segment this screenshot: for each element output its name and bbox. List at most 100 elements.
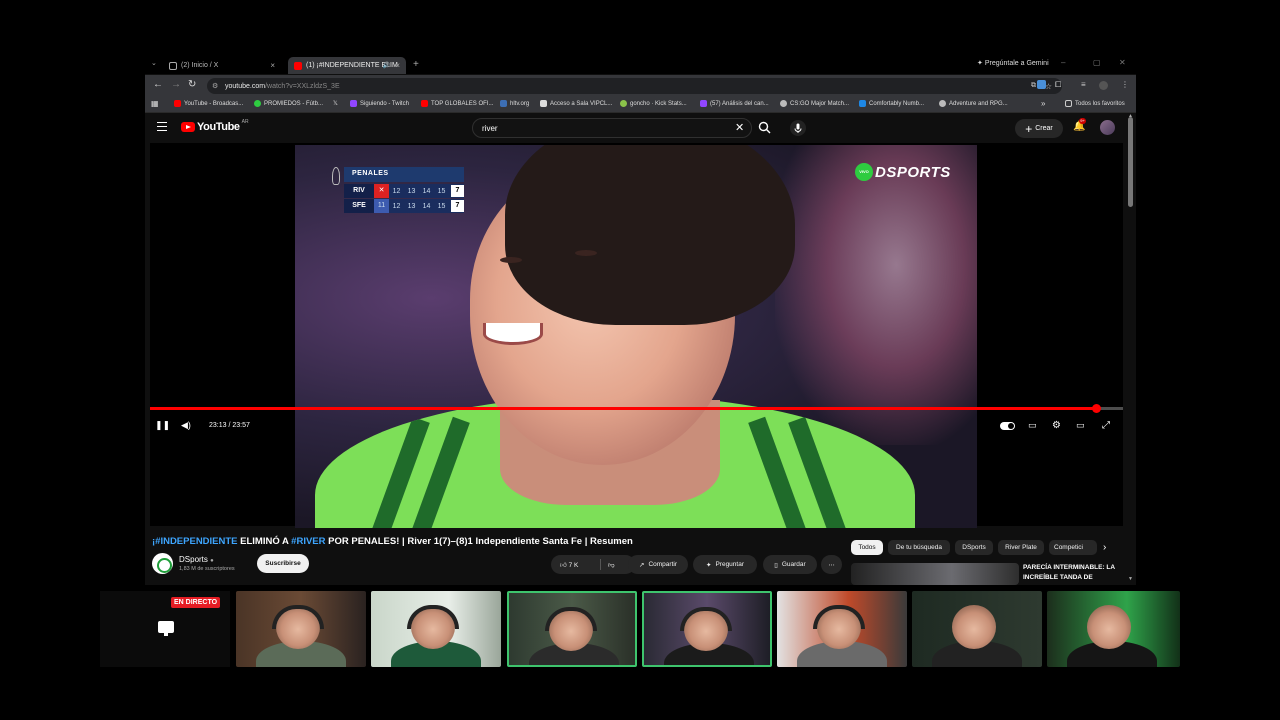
more-bookmarks-icon[interactable]: » bbox=[1041, 99, 1045, 108]
share-button[interactable]: ↗ Compartir bbox=[628, 555, 688, 574]
youtube-logo[interactable]: YouTube AR bbox=[181, 119, 249, 133]
channel-name[interactable]: DSports ● bbox=[179, 555, 214, 564]
trophy-icon bbox=[332, 167, 340, 185]
chip-dsports[interactable]: DSports bbox=[955, 540, 993, 555]
video-player[interactable]: PENALES RIV ✕ 12 13 14 15 7 SFE 11 12 13… bbox=[150, 143, 1123, 528]
gemini-button[interactable]: ✦ Pregúntale a Gemini bbox=[977, 59, 1049, 67]
penalty-miss-cell: ✕ bbox=[374, 184, 389, 198]
settings-gear-icon[interactable]: ⚙ bbox=[1052, 420, 1061, 431]
extension-icon[interactable] bbox=[1037, 80, 1046, 89]
address-bar[interactable]: ⚙ youtube.com/watch?v=XXLzldzS_3E ⧉ ☆ bbox=[207, 78, 1062, 94]
chip-de-tu-busqueda[interactable]: De tu búsqueda bbox=[888, 540, 950, 555]
chip-river-plate[interactable]: River Plate bbox=[998, 540, 1044, 555]
page-favicon-icon bbox=[859, 100, 866, 107]
hashtag-link[interactable]: ¡#INDEPENDIENTE bbox=[152, 536, 238, 547]
new-tab-button[interactable]: + bbox=[413, 59, 419, 70]
close-window-icon[interactable]: ✕ bbox=[1119, 58, 1126, 67]
like-button[interactable]: 👍︎ 7 K bbox=[560, 561, 578, 569]
like-dislike-group: 👍︎ 7 K 👎︎ bbox=[551, 555, 635, 574]
tab-x[interactable]: (2) Inicio / X × bbox=[163, 57, 281, 74]
bookmark-item[interactable]: YouTube - Broadcas... bbox=[174, 100, 243, 107]
channel-avatar[interactable] bbox=[152, 553, 173, 574]
tab-bar: ⌄ (2) Inicio / X × (1) ¡#INDEPENDIENTE E… bbox=[145, 55, 1136, 74]
site-info-icon[interactable]: ⚙ bbox=[212, 82, 218, 90]
hashtag-link[interactable]: #RIVER bbox=[291, 536, 325, 547]
time-display: 23:13 / 23:57 bbox=[209, 422, 250, 429]
bookmark-item[interactable]: Siguiendo - Twitch bbox=[350, 100, 409, 107]
cast-icon[interactable]: ⧉ bbox=[1031, 82, 1036, 90]
speaker-icon[interactable]: 🔊 bbox=[383, 62, 390, 69]
close-tab-icon[interactable]: × bbox=[270, 61, 275, 70]
chip-competicion[interactable]: Competici bbox=[1049, 540, 1097, 555]
avatar[interactable] bbox=[1100, 120, 1115, 135]
scrollbar-thumb[interactable] bbox=[1128, 117, 1133, 207]
youtube-favicon-icon bbox=[174, 100, 181, 107]
search-input[interactable]: river bbox=[472, 118, 752, 138]
screen-share-tile[interactable]: EN DIRECTO bbox=[100, 591, 230, 667]
hamburger-menu-icon[interactable] bbox=[157, 122, 167, 131]
progress-bar[interactable] bbox=[150, 404, 1123, 413]
back-icon[interactable]: ← bbox=[153, 79, 163, 90]
tab-youtube[interactable]: (1) ¡#INDEPENDIENTE ELIM 🔊 × bbox=[288, 57, 406, 74]
video-frame[interactable]: PENALES RIV ✕ 12 13 14 15 7 SFE 11 12 13… bbox=[295, 145, 977, 528]
webcam-tile-active[interactable] bbox=[507, 591, 637, 667]
bookmark-item[interactable]: PROMIEDOS - Fútb... bbox=[254, 100, 323, 107]
recommended-thumbnail[interactable] bbox=[851, 563, 1019, 585]
maximize-icon[interactable]: ▢ bbox=[1093, 58, 1101, 67]
subtitles-icon[interactable]: ▭ bbox=[1028, 420, 1037, 431]
webcam-tile[interactable] bbox=[777, 591, 907, 667]
extensions-puzzle-icon[interactable]: ⧠ bbox=[1055, 80, 1061, 90]
reload-icon[interactable]: ↻ bbox=[188, 79, 196, 90]
save-button[interactable]: ▯ Guardar bbox=[763, 555, 817, 574]
webcam-tile[interactable] bbox=[912, 591, 1042, 667]
microphone-icon[interactable] bbox=[790, 120, 806, 136]
recommended-title[interactable]: PARECÍA INTERMINABLE: LA INCREÍBLE TANDA… bbox=[1023, 563, 1123, 583]
all-bookmarks-folder[interactable]: Todos los favoritos bbox=[1065, 100, 1125, 107]
subscribe-button[interactable]: Suscribirse bbox=[257, 554, 309, 573]
autoplay-toggle[interactable] bbox=[1000, 422, 1015, 430]
verified-check-icon: ● bbox=[210, 558, 214, 564]
tab-search-icon[interactable]: ⌄ bbox=[151, 59, 157, 67]
ask-button[interactable]: ✦ Preguntar bbox=[693, 555, 757, 574]
fullscreen-icon[interactable]: ⤢ bbox=[1102, 420, 1110, 431]
create-button[interactable]: + Crear bbox=[1015, 119, 1063, 138]
bookmark-item[interactable]: (57) Análisis del can... bbox=[700, 100, 769, 107]
bookmark-item[interactable]: 𝕏 bbox=[333, 100, 341, 107]
video-smile bbox=[483, 323, 543, 345]
browser-toolbar: ← → ↻ ⚙ youtube.com/watch?v=XXLzldzS_3E … bbox=[145, 75, 1136, 97]
bookmark-item[interactable]: Comfortably Numb... bbox=[859, 100, 924, 107]
bookmark-item[interactable]: Adventure and RPG... bbox=[939, 100, 1008, 107]
bookmark-item[interactable]: CS:GO Major Match... bbox=[780, 100, 849, 107]
youtube-header: YouTube AR river ✕ + Crear 🔔 9+ bbox=[145, 113, 1136, 143]
scroll-down-icon[interactable]: ▼ bbox=[1128, 576, 1133, 582]
bookmark-item[interactable]: hltv.org bbox=[500, 100, 529, 107]
profile-icon[interactable] bbox=[1099, 81, 1108, 90]
bookmark-item[interactable]: goncho · Kick Stats... bbox=[620, 100, 687, 107]
progress-scrubber[interactable] bbox=[1091, 404, 1101, 413]
penalty-cell: 14 bbox=[422, 202, 431, 210]
pause-icon[interactable]: ❚❚ bbox=[155, 420, 170, 431]
webcam-tile-active[interactable] bbox=[642, 591, 772, 667]
minimize-icon[interactable]: – bbox=[1061, 58, 1065, 67]
search-icon[interactable] bbox=[758, 121, 771, 134]
close-tab-icon[interactable]: × bbox=[395, 61, 400, 70]
dislike-button[interactable]: 👎︎ bbox=[608, 561, 615, 569]
theater-mode-icon[interactable]: ▭ bbox=[1076, 420, 1085, 431]
like-count: 7 K bbox=[568, 561, 579, 569]
bookmark-item[interactable]: Acceso a Sala VIPCL... bbox=[540, 100, 612, 107]
reading-list-icon[interactable]: ≡ bbox=[1081, 80, 1086, 89]
volume-icon[interactable]: ◀) bbox=[181, 420, 191, 431]
forward-icon[interactable]: → bbox=[171, 79, 181, 90]
apps-grid-icon[interactable]: ▦ bbox=[151, 99, 159, 108]
bookmark-item[interactable]: TOP GLOBALES OFI... bbox=[421, 100, 493, 107]
more-options-icon[interactable]: ⋮ bbox=[1121, 80, 1129, 89]
sparkle-icon: ✦ bbox=[706, 561, 712, 569]
webcam-tile[interactable] bbox=[236, 591, 366, 667]
chevron-right-icon[interactable]: › bbox=[1103, 542, 1106, 553]
chip-todos[interactable]: Todos bbox=[851, 540, 883, 555]
headphones-icon bbox=[545, 607, 597, 631]
webcam-tile[interactable] bbox=[1047, 591, 1180, 667]
webcam-tile[interactable] bbox=[371, 591, 501, 667]
clear-search-icon[interactable]: ✕ bbox=[735, 121, 744, 134]
more-actions-button[interactable]: ⋯ bbox=[821, 555, 842, 574]
